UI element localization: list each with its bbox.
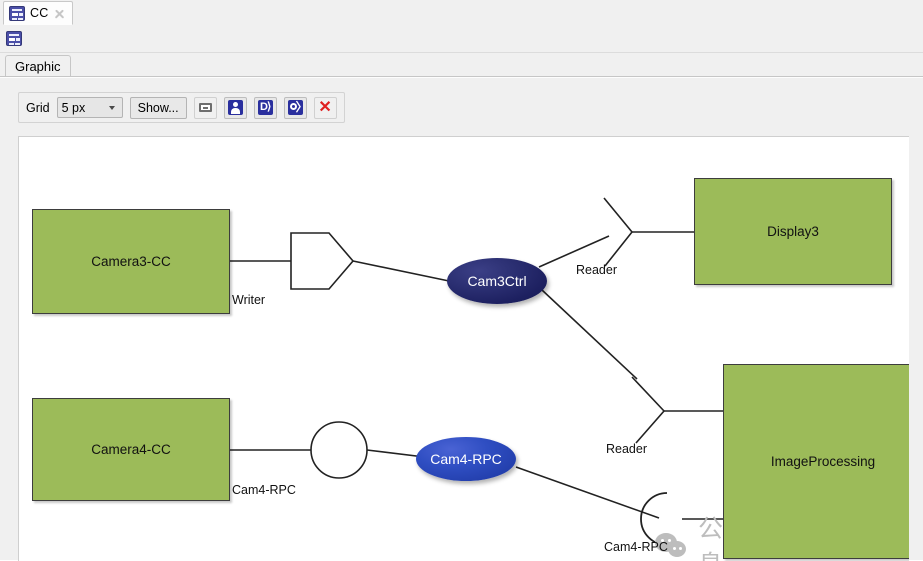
component-icon[interactable] xyxy=(6,31,22,46)
grid-label: Grid xyxy=(26,100,50,115)
show-button[interactable]: Show... xyxy=(129,96,187,119)
component-label: Display3 xyxy=(767,224,819,239)
reader-port-shape-display3 xyxy=(603,197,634,267)
inner-tab-strip: Graphic xyxy=(0,53,923,77)
link-cam4rpc-socket xyxy=(515,466,660,519)
reader-port-shape-imgproc xyxy=(631,376,666,444)
tab-graphic[interactable]: Graphic xyxy=(5,55,71,77)
tab-graphic-label: Graphic xyxy=(15,59,61,74)
link-writer-cam3ctrl xyxy=(352,260,450,282)
person-icon xyxy=(227,100,243,115)
diagram-canvas[interactable]: 公众号 · 北汇信息 Camera3-CC Display3 Camera4-C… xyxy=(18,136,909,561)
component-camera3[interactable]: Camera3-CC xyxy=(32,209,230,314)
writer-port-shape xyxy=(290,232,355,290)
cam4rpc-required-interface-shape xyxy=(640,492,668,546)
editor-tab-cc[interactable]: CC xyxy=(3,1,74,25)
connector-cam3ctrl[interactable]: Cam3Ctrl xyxy=(447,258,547,304)
rectangle-port-icon xyxy=(198,103,212,112)
assembly-icon xyxy=(287,98,308,115)
port-label-writer-camera3: Writer xyxy=(232,293,266,307)
connector-cam4rpc[interactable]: Cam4-RPC xyxy=(416,437,516,481)
connector-label: Cam3Ctrl xyxy=(467,273,527,289)
show-client-button[interactable] xyxy=(223,96,247,119)
close-x-icon: ✕ xyxy=(318,98,332,116)
link-cam3ctrl-reader2 xyxy=(541,289,638,380)
chevron-down-icon xyxy=(108,106,116,110)
editor-icon-row xyxy=(0,26,923,53)
port-label-reader-display3: Reader xyxy=(576,263,617,277)
show-button-label: Show... xyxy=(137,100,179,115)
grid-size-select[interactable]: 5 px xyxy=(56,97,123,118)
editor-tab-label: CC xyxy=(30,6,49,20)
component-icon xyxy=(9,5,25,21)
editor-body: Grid 5 px Show... D⟩ ✕ xyxy=(0,77,923,561)
port-label-cam4rpc-camera4: Cam4-RPC xyxy=(232,483,296,497)
show-ports-button[interactable] xyxy=(193,96,217,119)
show-assembly-button[interactable] xyxy=(283,96,308,119)
connector-label: Cam4-RPC xyxy=(430,451,502,467)
delete-button[interactable]: ✕ xyxy=(313,96,337,119)
show-delegation-button[interactable]: D⟩ xyxy=(253,96,277,119)
component-imageprocessing[interactable]: ImageProcessing xyxy=(723,364,909,559)
component-display3[interactable]: Display3 xyxy=(694,178,892,285)
eclipse-editor-window: CC Graphic Grid 5 px Show... D⟩ 〉 ✕ Came… xyxy=(0,0,923,561)
port-label-reader-imgproc: Reader xyxy=(606,442,647,456)
diagram-toolbar: Grid 5 px Show... D⟩ ✕ xyxy=(18,92,345,123)
close-icon[interactable] xyxy=(53,7,66,20)
cam4rpc-provided-interface-shape xyxy=(310,421,368,479)
component-camera4[interactable]: Camera4-CC xyxy=(32,398,230,501)
component-label: ImageProcessing xyxy=(770,454,876,469)
port-label-cam4rpc-imgproc: Cam4-RPC xyxy=(604,540,668,554)
delegation-icon: D⟩ xyxy=(257,100,273,115)
editor-tab-strip: CC xyxy=(0,0,923,27)
grid-size-value: 5 px xyxy=(61,100,86,115)
component-label: Camera4-CC xyxy=(91,442,171,457)
component-label: Camera3-CC xyxy=(91,254,171,269)
